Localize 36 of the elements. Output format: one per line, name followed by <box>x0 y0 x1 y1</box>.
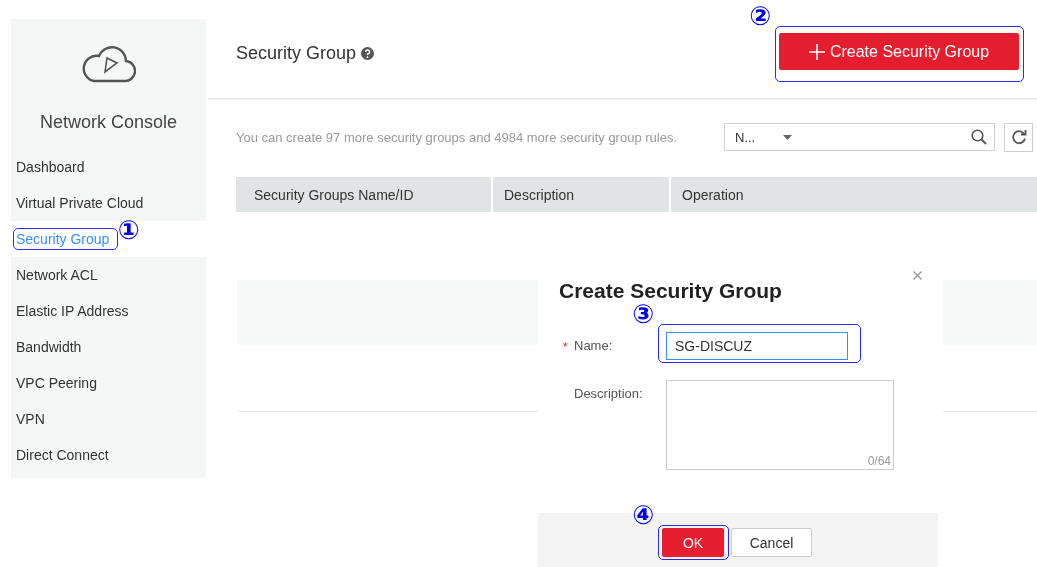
character-counter: 0/64 <box>867 454 891 468</box>
search-icon <box>971 129 987 145</box>
cloud-icon <box>81 44 136 84</box>
refresh-button[interactable] <box>1004 122 1033 152</box>
required-mark: * <box>563 339 569 354</box>
step-number: ④ <box>632 501 654 529</box>
sidebar-item[interactable]: VPC Peering <box>11 365 206 401</box>
column-header: Operation <box>681 185 745 205</box>
field-label: Name: <box>574 338 613 354</box>
sidebar-item[interactable]: Elastic IP Address <box>11 293 206 329</box>
caret-icon <box>783 134 792 140</box>
field-label: Description: <box>574 386 643 401</box>
page-title: Security Group <box>236 43 357 64</box>
dialog-title: Create Security Group <box>559 279 783 303</box>
cancel-button[interactable]: Cancel <box>731 528 812 557</box>
column-header: Security Groups Name/ID <box>236 177 493 212</box>
sidebar-item[interactable]: VPN <box>11 401 206 437</box>
column-header: Description <box>493 177 671 212</box>
step-number: ② <box>749 2 771 30</box>
ok-button[interactable]: OK <box>662 528 724 557</box>
quota-text: You can create 97 more security groups and 4984 more security group rules. <box>236 129 679 145</box>
sidebar-item[interactable]: Network ACL <box>11 257 206 293</box>
sidebar-item[interactable]: Direct Connect <box>11 437 206 473</box>
step-number: ③ <box>632 300 654 328</box>
close-icon <box>913 271 922 280</box>
sidebar-item[interactable]: Security Group ① <box>11 221 206 257</box>
create-button[interactable]: Create Security Group <box>779 33 1019 70</box>
console-title: Network Console <box>38 112 179 132</box>
sidebar-item[interactable]: Bandwidth <box>11 329 206 365</box>
name-input[interactable]: SG-DISCUZ <box>666 332 848 360</box>
refresh-icon <box>1010 129 1027 145</box>
search-field[interactable]: N... <box>724 123 995 151</box>
help-icon <box>361 47 375 60</box>
sidebar-item[interactable]: Dashboard <box>11 149 206 185</box>
highlight-frame <box>658 525 729 560</box>
plus-icon <box>808 43 825 60</box>
